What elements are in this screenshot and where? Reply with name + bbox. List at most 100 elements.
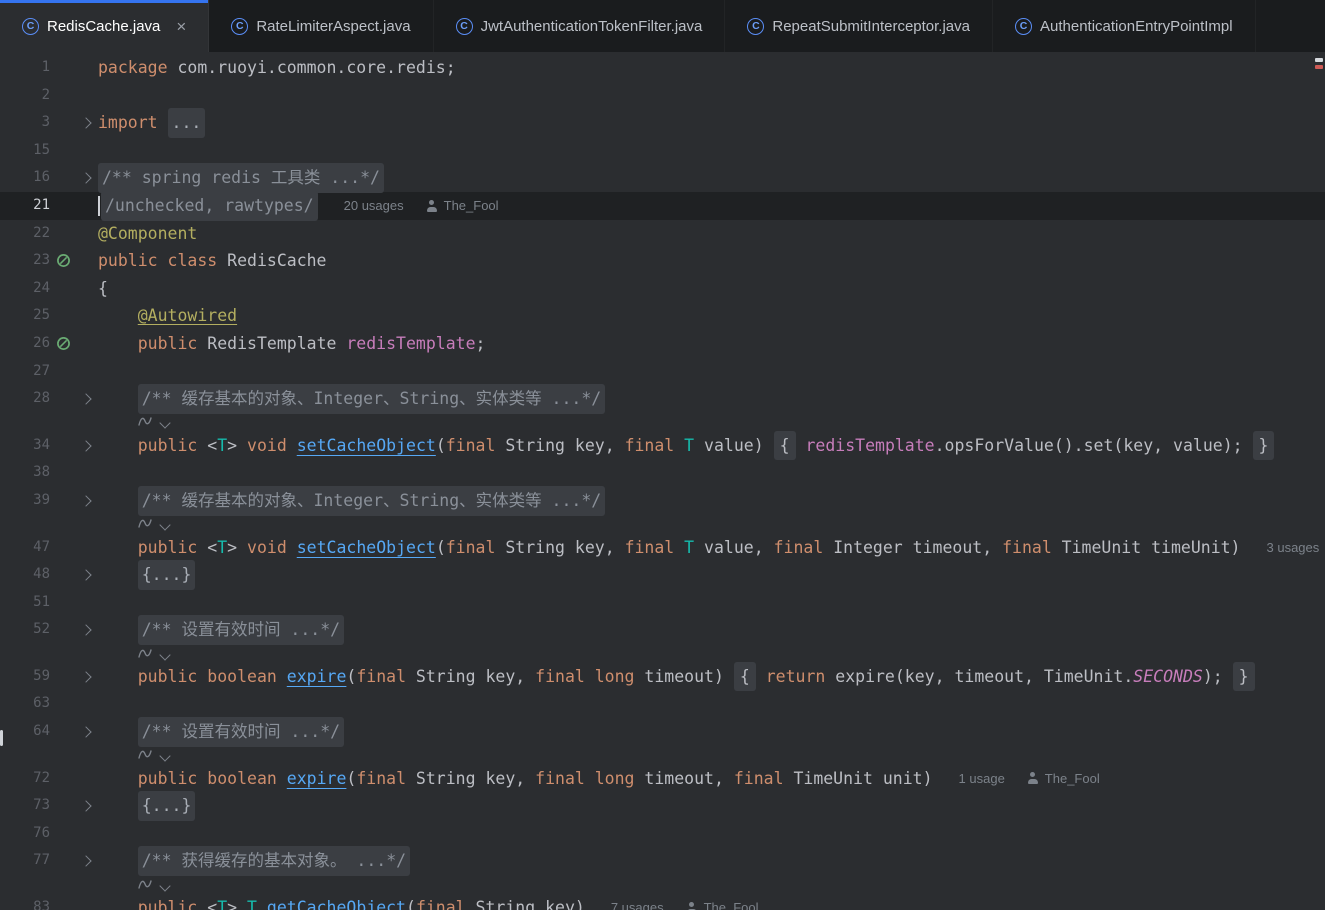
editor-tab[interactable]: C RateLimiterAspect.java xyxy=(209,0,434,52)
line-number[interactable]: 26 xyxy=(0,330,50,358)
folded-region[interactable]: /unchecked, rawtypes/ xyxy=(101,190,318,221)
code-token: final xyxy=(535,666,585,686)
code-line: 52 /** 设置有效时间 ...*/ xyxy=(0,615,1325,645)
editor-tab[interactable]: C JwtAuthenticationTokenFilter.java xyxy=(434,0,726,52)
java-class-icon: C xyxy=(22,17,39,35)
usages-hint[interactable]: 20 usages xyxy=(344,192,404,220)
code-line: 59 public boolean expire(final String ke… xyxy=(0,661,1325,692)
line-number[interactable]: 51 xyxy=(0,589,50,617)
line-number[interactable]: 73 xyxy=(0,792,50,820)
fold-arrow-icon[interactable] xyxy=(77,800,98,812)
line-number[interactable]: 3 xyxy=(0,109,50,137)
code-token: RedisTemplate xyxy=(197,333,347,353)
rendered-doc-row xyxy=(0,875,1325,894)
ide-window: C RedisCache.java × C RateLimiterAspect.java… xyxy=(0,0,1325,910)
folded-region[interactable]: } xyxy=(1252,430,1275,461)
line-number[interactable]: 39 xyxy=(0,487,50,515)
line-number[interactable]: 27 xyxy=(0,358,50,386)
line-number[interactable]: 64 xyxy=(0,718,50,746)
fold-arrow-icon[interactable] xyxy=(77,569,98,581)
fold-arrow-icon[interactable] xyxy=(77,624,98,636)
code-token: ); xyxy=(1202,666,1233,686)
usages-hint[interactable]: 3 usages xyxy=(1267,534,1320,562)
tab-label: RepeatSubmitInterceptor.java xyxy=(772,17,970,35)
folded-region[interactable]: {...} xyxy=(137,791,196,821)
editor-tab[interactable]: C RedisCache.java × xyxy=(0,0,210,52)
close-icon[interactable]: × xyxy=(176,18,186,35)
line-number[interactable]: 24 xyxy=(0,275,50,303)
folded-region[interactable]: /** 缓存基本的对象、Integer、String、实体类等 ...*/ xyxy=(137,384,606,414)
code-line: 1 package com.ruoyi.common.core.redis; xyxy=(0,54,1325,82)
code-token: TimeUnit unit) xyxy=(783,768,933,788)
line-number[interactable]: 38 xyxy=(0,459,50,487)
folded-region[interactable]: { xyxy=(773,430,796,461)
code-token: public xyxy=(137,537,198,557)
editor-tab[interactable]: C RepeatSubmitInterceptor.java xyxy=(725,0,993,52)
code-token: com.ruoyi.common.core.redis; xyxy=(167,58,456,77)
line-number[interactable]: 23 xyxy=(0,247,50,275)
fold-arrow-icon[interactable] xyxy=(77,117,98,129)
fold-arrow-icon[interactable] xyxy=(77,393,98,405)
code-line: 16 /** spring redis 工具类 ...*/ xyxy=(0,163,1325,193)
line-number[interactable]: 59 xyxy=(0,663,50,691)
author-hint[interactable]: The_Fool xyxy=(426,192,499,220)
line-number[interactable]: 77 xyxy=(0,847,50,875)
code-token: .opsForValue().set(key, value); xyxy=(934,435,1253,455)
spring-bean-icon[interactable] xyxy=(50,253,77,268)
line-number[interactable]: 28 xyxy=(0,385,50,413)
fold-arrow-icon[interactable] xyxy=(77,439,98,452)
folded-region[interactable]: /** 缓存基本的对象、Integer、String、实体类等 ...*/ xyxy=(137,485,606,516)
usages-hint[interactable]: 1 usage xyxy=(959,765,1005,793)
line-number[interactable]: 63 xyxy=(0,690,50,718)
line-number[interactable]: 83 xyxy=(0,894,50,910)
code-token: T xyxy=(247,898,257,910)
fold-arrow-icon[interactable] xyxy=(77,172,98,184)
code-text: public boolean expire(final String key, … xyxy=(98,661,1325,692)
line-number[interactable]: 47 xyxy=(0,534,50,562)
scrollbar[interactable] xyxy=(1313,52,1325,910)
folded-region[interactable]: } xyxy=(1232,661,1255,692)
code-token: final xyxy=(415,898,466,910)
code-token: String key, xyxy=(406,768,536,788)
fold-arrow-icon[interactable] xyxy=(77,671,98,683)
folded-region[interactable]: {...} xyxy=(137,560,196,590)
tab-bar: C RedisCache.java × C RateLimiterAspect.java… xyxy=(0,0,1325,52)
folded-region[interactable]: /** 获得缓存的基本对象。 ...*/ xyxy=(137,846,411,877)
fold-arrow-icon[interactable] xyxy=(77,726,98,738)
author-hint[interactable]: The_Fool xyxy=(686,894,759,910)
line-number[interactable]: 22 xyxy=(0,220,50,248)
editor-tab[interactable]: C AuthenticationEntryPointImpl xyxy=(993,0,1256,52)
folded-region[interactable]: ... xyxy=(167,108,206,138)
usages-hint[interactable]: 7 usages xyxy=(611,894,664,910)
code-token: @Autowired xyxy=(137,306,238,326)
code-token: String key, xyxy=(406,666,536,686)
code-text: public class RedisCache xyxy=(98,247,1325,275)
line-number[interactable]: 16 xyxy=(0,164,50,192)
line-number[interactable]: 52 xyxy=(0,616,50,644)
line-number[interactable]: 34 xyxy=(0,432,50,460)
line-number[interactable]: 15 xyxy=(0,137,50,165)
line-number[interactable]: 2 xyxy=(0,82,50,110)
line-number[interactable]: 25 xyxy=(0,302,50,330)
code-token: < xyxy=(197,898,218,910)
line-number[interactable]: 21 xyxy=(0,192,50,220)
folded-region[interactable]: { xyxy=(733,661,756,692)
code-token: long xyxy=(594,768,635,788)
code-editor[interactable]: 1 package com.ruoyi.common.core.redis; 2 3 i… xyxy=(0,52,1325,910)
code-text: @Component xyxy=(98,220,1325,248)
line-number[interactable]: 1 xyxy=(0,54,50,82)
fold-arrow-icon[interactable] xyxy=(77,855,98,867)
fold-arrow-icon[interactable] xyxy=(77,495,98,507)
author-hint[interactable]: The_Fool xyxy=(1027,765,1100,793)
line-number[interactable]: 48 xyxy=(0,561,50,589)
spring-bean-icon[interactable] xyxy=(50,336,77,351)
line-number[interactable]: 76 xyxy=(0,820,50,848)
code-line: 47 public < T > void setCacheObject(final … xyxy=(0,534,1325,562)
code-line: 72 public boolean expire(final String ke… xyxy=(0,765,1325,793)
line-number[interactable]: 72 xyxy=(0,765,50,793)
folded-region[interactable]: /** spring redis 工具类 ...*/ xyxy=(98,163,384,193)
